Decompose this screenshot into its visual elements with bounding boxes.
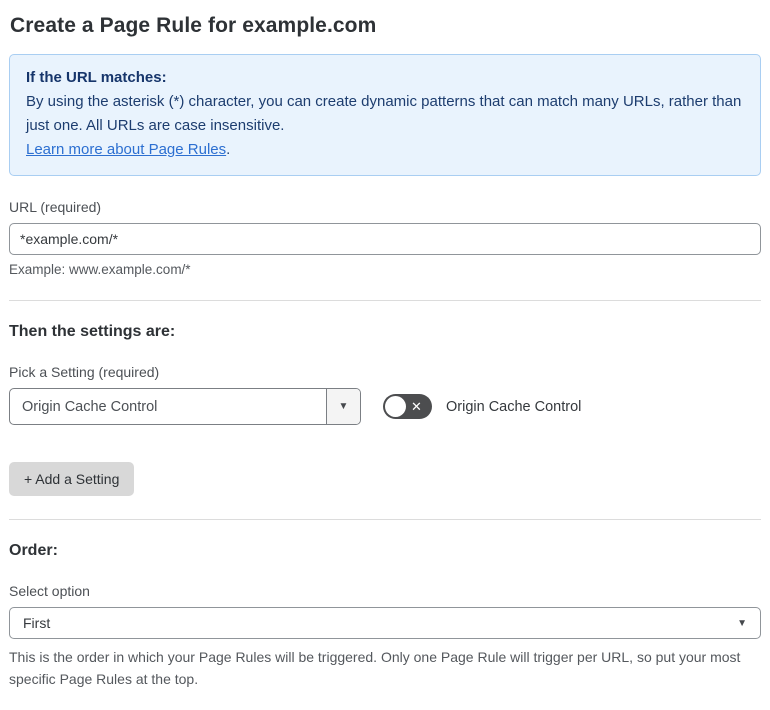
order-select-value: First bbox=[23, 615, 51, 631]
setting-dropdown[interactable]: Origin Cache Control ▼ bbox=[9, 388, 361, 425]
url-input[interactable] bbox=[9, 223, 761, 255]
url-label: URL (required) bbox=[9, 199, 102, 215]
page-rule-form: Create a Page Rule for example.com If th… bbox=[0, 0, 770, 710]
setting-dropdown-arrow-button[interactable]: ▼ bbox=[326, 389, 360, 424]
add-setting-button[interactable]: + Add a Setting bbox=[9, 462, 135, 496]
order-section-heading: Order: bbox=[9, 542, 58, 559]
order-select[interactable]: First ▼ bbox=[9, 607, 761, 639]
origin-cache-control-toggle[interactable]: ✕ bbox=[383, 394, 432, 419]
learn-more-link[interactable]: Learn more about Page Rules bbox=[26, 141, 226, 158]
url-match-info-box: If the URL matches: By using the asteris… bbox=[9, 54, 761, 176]
info-box-link-line: Learn more about Page Rules. bbox=[26, 138, 744, 162]
order-select-label: Select option bbox=[9, 583, 90, 599]
order-helper-text: This is the order in which your Page Rul… bbox=[9, 649, 741, 687]
setting-row: Origin Cache Control ▼ ✕ Origin Cache Co… bbox=[9, 388, 761, 425]
setting-dropdown-value: Origin Cache Control bbox=[22, 398, 158, 415]
info-box-body: By using the asterisk (*) character, you… bbox=[26, 93, 742, 134]
pick-setting-label: Pick a Setting (required) bbox=[9, 364, 160, 380]
chevron-down-icon: ▼ bbox=[338, 401, 349, 412]
link-suffix: . bbox=[226, 141, 231, 158]
toggle-knob bbox=[385, 396, 406, 417]
toggle-off-x-icon: ✕ bbox=[411, 399, 422, 414]
info-box-heading: If the URL matches: bbox=[26, 69, 167, 86]
url-example-helper: Example: www.example.com/* bbox=[9, 262, 191, 277]
settings-section-heading: Then the settings are: bbox=[9, 323, 176, 340]
page-title: Create a Page Rule for example.com bbox=[10, 14, 377, 37]
divider bbox=[9, 300, 761, 301]
divider bbox=[9, 519, 761, 520]
chevron-down-icon: ▼ bbox=[737, 617, 747, 629]
toggle-label: Origin Cache Control bbox=[446, 398, 582, 415]
